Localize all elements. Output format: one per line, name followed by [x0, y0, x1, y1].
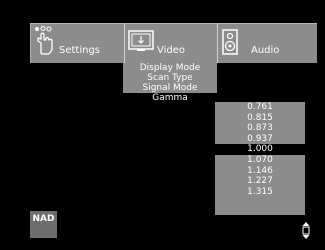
gamma-option[interactable]: 1.227 — [215, 176, 305, 187]
osd-screen: Settings Video Audio Display Mode Scan T… — [0, 0, 325, 250]
tab-settings-label: Settings — [59, 45, 101, 56]
nad-logo-text: NAD — [32, 214, 55, 224]
gamma-option[interactable]: 1.070 — [215, 155, 305, 166]
tab-video[interactable]: Video — [124, 24, 218, 63]
gamma-option[interactable]: 0.937 — [215, 134, 305, 145]
video-menu-gamma[interactable]: Gamma — [123, 93, 217, 104]
video-menu-scan-type[interactable]: Scan Type — [123, 73, 217, 83]
tab-video-label: Video — [157, 45, 186, 56]
gamma-option[interactable]: 0.873 — [215, 123, 305, 134]
hand-pointer-icon — [34, 26, 56, 56]
gamma-option[interactable]: 0.815 — [215, 113, 305, 124]
tab-audio[interactable]: Audio — [219, 24, 317, 63]
gamma-option[interactable]: 1.315 — [215, 187, 305, 198]
gamma-option-selected[interactable]: 1.000 — [215, 144, 305, 155]
display-icon — [128, 30, 154, 54]
gamma-value-list: 0.761 0.815 0.873 0.937 1.000 1.070 1.14… — [215, 102, 305, 215]
speaker-icon — [222, 29, 238, 55]
video-menu-display-mode[interactable]: Display Mode — [123, 63, 217, 73]
menu-tab-bar: Settings Video Audio — [30, 23, 317, 63]
gamma-option[interactable]: 0.761 — [215, 102, 305, 113]
tab-audio-label: Audio — [251, 45, 280, 56]
up-down-arrow-icon[interactable] — [301, 221, 311, 240]
video-submenu: Display Mode Scan Type Signal Mode Gamma — [123, 63, 217, 104]
gamma-option[interactable]: 1.146 — [215, 166, 305, 177]
video-menu-signal-mode[interactable]: Signal Mode — [123, 83, 217, 93]
tab-settings[interactable]: Settings — [31, 24, 123, 63]
nad-logo: NAD — [30, 211, 57, 238]
